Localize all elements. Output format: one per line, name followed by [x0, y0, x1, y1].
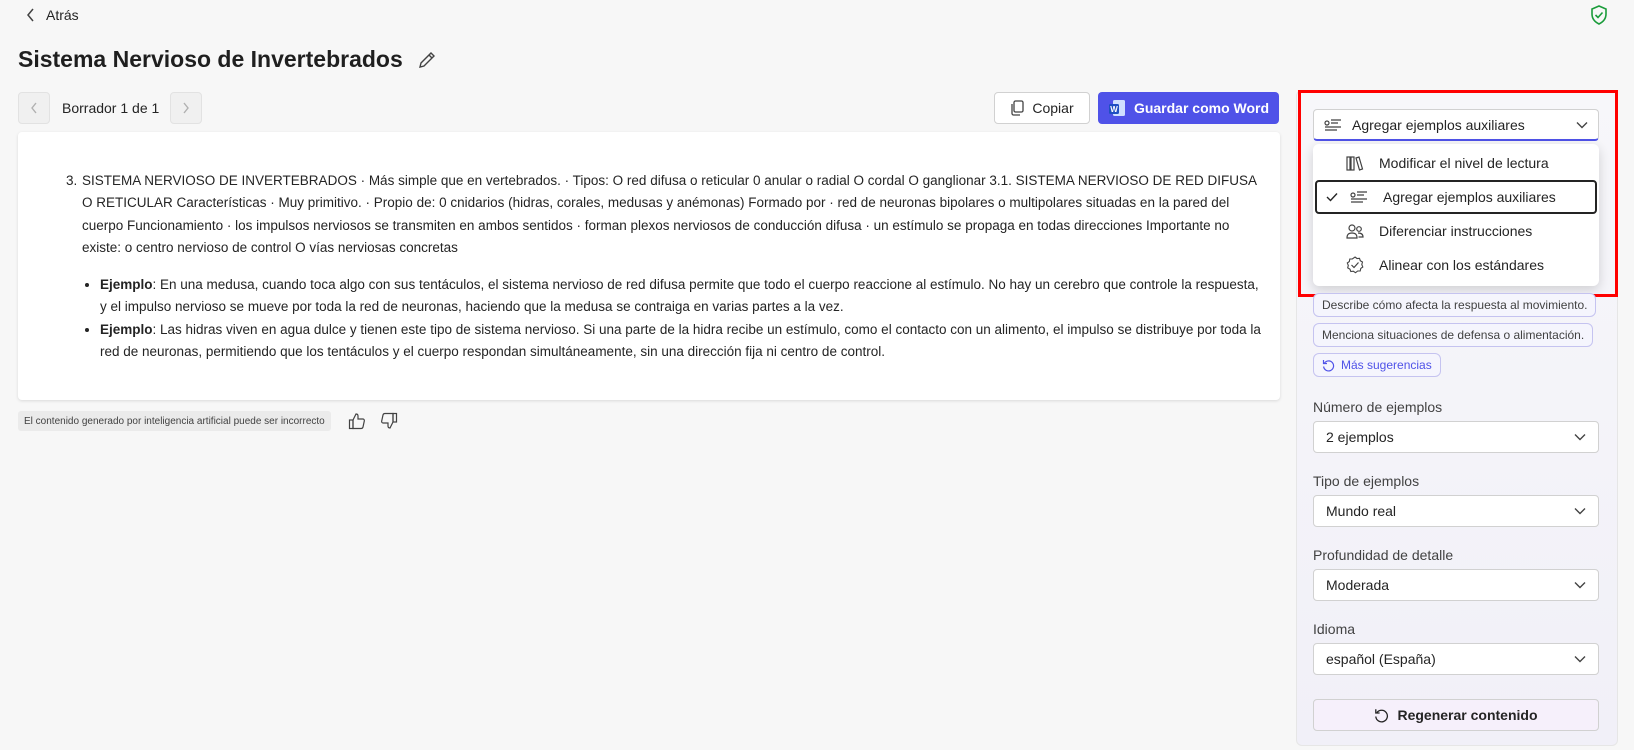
ai-disclaimer: El contenido generado por inteligencia a…: [18, 411, 331, 431]
previous-draft-button[interactable]: [18, 92, 50, 124]
edit-pencil-icon[interactable]: [417, 50, 437, 70]
detail-depth-value: Moderada: [1326, 577, 1390, 593]
chevron-right-icon: [182, 102, 190, 114]
thumbs-down-icon[interactable]: [379, 411, 399, 431]
regenerate-label: Regenerar contenido: [1397, 707, 1538, 723]
paragraph-number: 3.: [66, 173, 78, 188]
regenerate-button[interactable]: Regenerar contenido: [1313, 699, 1599, 731]
language-value: español (España): [1326, 651, 1436, 667]
chevron-left-icon: [26, 8, 36, 22]
copy-label: Copiar: [1032, 100, 1074, 116]
detail-depth-select[interactable]: Moderada: [1313, 569, 1599, 601]
num-examples-select[interactable]: 2 ejemplos: [1313, 421, 1599, 453]
num-examples-label: Número de ejemplos: [1313, 399, 1443, 415]
example-label: Ejemplo: [100, 277, 153, 292]
content-card: 3. SISTEMA NERVIOSO DE INVERTEBRADOS · M…: [18, 132, 1280, 400]
back-button[interactable]: Atrás: [26, 5, 79, 25]
chevron-down-icon: [1574, 655, 1586, 663]
list-item: Ejemplo: Las hidras viven en agua dulce …: [100, 319, 1262, 364]
content-paragraph: SISTEMA NERVIOSO DE INVERTEBRADOS · Más …: [82, 173, 1257, 256]
more-suggestions-button[interactable]: Más sugerencias: [1313, 353, 1441, 377]
highlight-box: [1298, 90, 1618, 297]
chevron-left-icon: [30, 102, 38, 114]
example-label: Ejemplo: [100, 321, 153, 337]
page-title: Sistema Nervioso de Invertebrados: [18, 46, 403, 72]
chevron-down-icon: [1574, 507, 1586, 515]
chevron-down-icon: [1574, 433, 1586, 441]
shield-check-icon[interactable]: [1590, 5, 1608, 25]
example-text: : En una medusa, cuando toca algo con su…: [100, 277, 1259, 315]
thumbs-up-icon[interactable]: [347, 411, 367, 431]
word-icon: W: [1108, 99, 1126, 117]
save-as-word-label: Guardar como Word: [1133, 100, 1270, 116]
copy-icon: [1010, 100, 1025, 116]
draft-counter: Borrador 1 de 1: [62, 100, 160, 116]
suggestion-chip[interactable]: Describe cómo afecta la respuesta al mov…: [1313, 293, 1597, 317]
num-examples-value: 2 ejemplos: [1326, 429, 1394, 445]
type-examples-select[interactable]: Mundo real: [1313, 495, 1599, 527]
copy-button[interactable]: Copiar: [994, 92, 1090, 124]
next-draft-button[interactable]: [170, 92, 202, 124]
more-suggestions-label: Más sugerencias: [1341, 358, 1432, 372]
list-item: Ejemplo: En una medusa, cuando toca algo…: [100, 274, 1262, 319]
chevron-down-icon: [1574, 581, 1586, 589]
refresh-icon: [1374, 708, 1389, 723]
examples-list: Ejemplo: En una medusa, cuando toca algo…: [82, 274, 1262, 364]
type-examples-value: Mundo real: [1326, 503, 1397, 519]
back-label: Atrás: [46, 7, 79, 23]
refresh-icon: [1322, 359, 1335, 372]
save-as-word-button[interactable]: W Guardar como Word: [1098, 92, 1279, 124]
type-examples-label: Tipo de ejemplos: [1313, 473, 1420, 489]
suggestion-chip[interactable]: Menciona situaciones de defensa o alimen…: [1313, 323, 1594, 347]
language-label: Idioma: [1313, 621, 1356, 637]
language-select[interactable]: español (España): [1313, 643, 1599, 675]
example-text: : Las hidras viven en agua dulce y tiene…: [100, 321, 1261, 360]
detail-depth-label: Profundidad de detalle: [1313, 547, 1454, 563]
svg-text:W: W: [1110, 105, 1118, 114]
page-title-row: Sistema Nervioso de Invertebrados: [18, 46, 437, 73]
